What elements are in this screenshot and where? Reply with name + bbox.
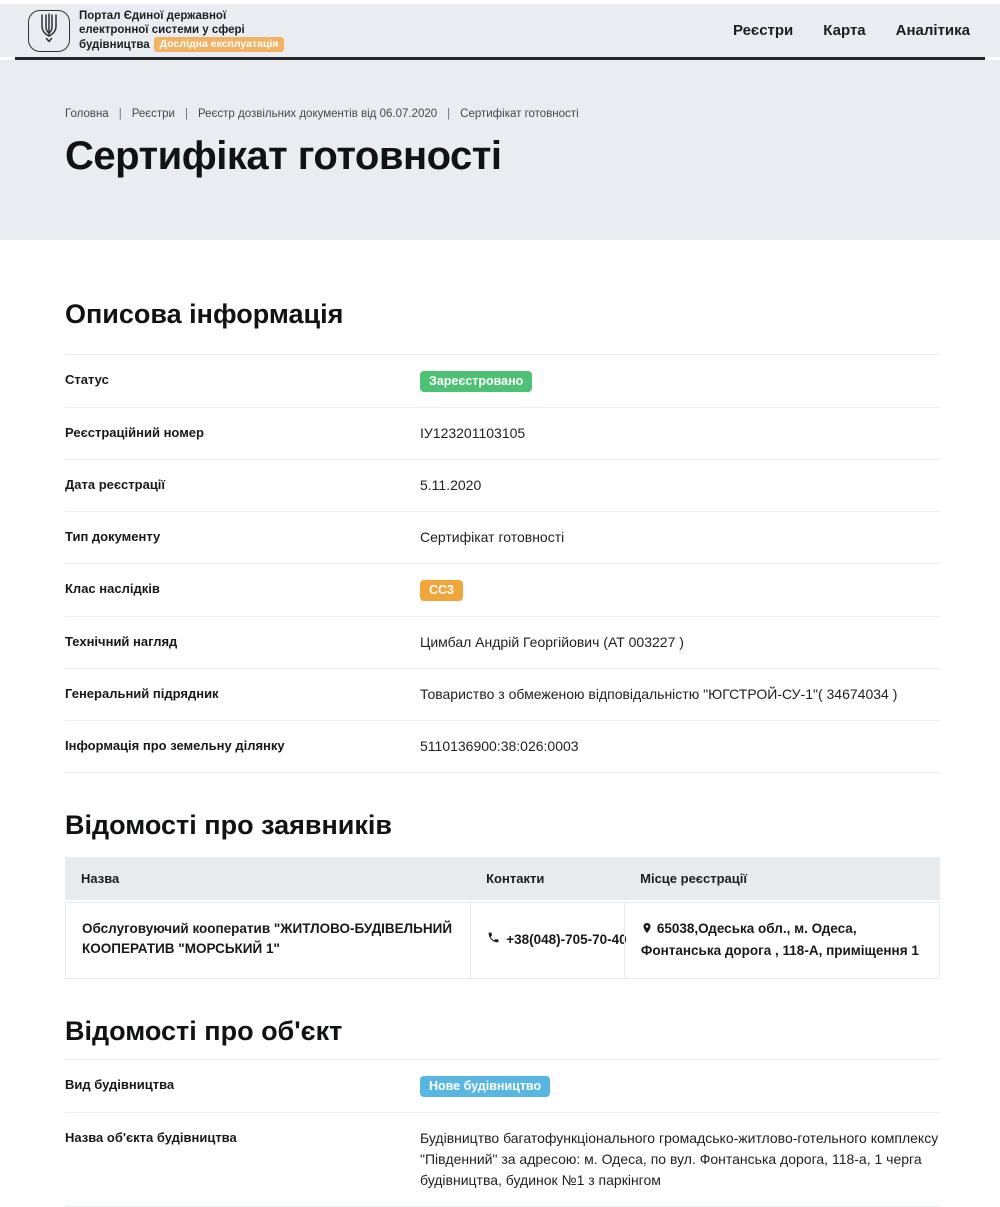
row-consequence-class: Клас наслідків СС3 <box>65 564 940 617</box>
row-label: Дата реєстрації <box>65 475 420 494</box>
breadcrumb-registry-permits[interactable]: Реєстр дозвільних документів від 06.07.2… <box>198 108 437 120</box>
row-label: Клас наслідків <box>65 579 420 598</box>
env-badge: Дослідна експлуатація <box>154 37 285 53</box>
nav-map[interactable]: Карта <box>823 22 865 39</box>
map-pin-icon <box>641 921 653 941</box>
phone-handset-icon <box>487 930 500 950</box>
applicant-name: Обслуговуючий кооператив "ЖИТЛОВО-БУДІВЕ… <box>66 903 470 978</box>
row-value: Товариство з обмеженою відповідальністю … <box>420 684 897 705</box>
row-object-name: Назва об'єкта будівництва Будівництво ба… <box>65 1113 940 1207</box>
brand-line-2: електронної системи у сфері <box>79 23 284 37</box>
row-label: Тип документу <box>65 527 420 546</box>
row-value: Сертифікат готовності <box>420 527 564 548</box>
row-label: Статус <box>65 370 420 389</box>
consequence-class-badge: СС3 <box>420 580 463 601</box>
row-label: Технічний нагляд <box>65 632 420 651</box>
col-header-registration-place: Місце реєстрації <box>624 857 940 900</box>
applicant-address-text: 65038,Одеська обл., м. Одеса, Фонтанська… <box>641 921 919 958</box>
applicant-address: 65038,Одеська обл., м. Одеса, Фонтанська… <box>624 903 939 978</box>
col-header-contacts: Контакти <box>470 857 624 900</box>
row-registration-number: Реєстраційний номер ІУ123201103105 <box>65 408 940 460</box>
section-title-applicants: Відомості про заявників <box>65 809 940 841</box>
row-value: Будівництво багатофункціонального громад… <box>420 1128 940 1191</box>
row-land-parcel-info: Інформація про земельну ділянку 51101369… <box>65 721 940 773</box>
row-technical-supervision: Технічний нагляд Цимбал Андрій Георгійов… <box>65 617 940 669</box>
breadcrumb: Головна | Реєстри | Реєстр дозвільних до… <box>65 108 935 120</box>
breadcrumb-separator: | <box>119 108 122 120</box>
nav-analytics[interactable]: Аналітика <box>896 22 970 39</box>
brand-title: Портал Єдиної державної електронної сист… <box>79 9 284 53</box>
row-construction-type: Вид будівництва Нове будівництво <box>65 1060 940 1113</box>
site-header: Портал Єдиної державної електронної сист… <box>0 4 1000 57</box>
row-label: Інформація про земельну ділянку <box>65 736 420 755</box>
site-logo[interactable] <box>28 10 70 52</box>
row-label: Вид будівництва <box>65 1075 420 1094</box>
row-label: Генеральний підрядник <box>65 684 420 703</box>
breadcrumb-separator: | <box>185 108 188 120</box>
row-value: Цимбал Андрій Георгійович (АТ 003227 ) <box>420 632 684 653</box>
row-value: ІУ123201103105 <box>420 423 525 444</box>
page-title: Сертифікат готовності <box>65 134 935 179</box>
breadcrumb-separator: | <box>447 108 450 120</box>
nav-registries[interactable]: Реєстри <box>733 22 793 39</box>
brand-line-3: будівництваДослідна експлуатація <box>79 37 284 53</box>
row-general-contractor: Генеральний підрядник Товариство з обмеж… <box>65 669 940 721</box>
ukraine-trident-icon <box>37 13 61 48</box>
breadcrumb-home[interactable]: Головна <box>65 108 109 120</box>
breadcrumb-registries[interactable]: Реєстри <box>132 108 175 120</box>
applicant-contact: +38(048)-705-70-40 <box>470 903 624 978</box>
status-badge: Зареєстровано <box>420 371 532 392</box>
row-registration-date: Дата реєстрації 5.11.2020 <box>65 460 940 512</box>
main-content: Описова інформація Статус Зареєстровано … <box>0 240 1000 1207</box>
row-label: Назва об'єкта будівництва <box>65 1128 420 1147</box>
row-document-type: Тип документу Сертифікат готовності <box>65 512 940 564</box>
applicant-phone-link[interactable]: +38(048)-705-70-40 <box>506 930 626 950</box>
col-header-name: Назва <box>65 857 470 900</box>
applicant-table-row: Обслуговуючий кооператив "ЖИТЛОВО-БУДІВЕ… <box>65 902 940 979</box>
row-label: Реєстраційний номер <box>65 423 420 442</box>
main-nav: Реєстри Карта Аналітика <box>733 22 970 39</box>
applicants-table: Назва Контакти Місце реєстрації Обслугов… <box>65 857 940 979</box>
row-value: 5110136900:38:026:0003 <box>420 736 579 757</box>
breadcrumb-current: Сертифікат готовності <box>460 108 579 120</box>
row-value: 5.11.2020 <box>420 475 481 496</box>
row-status: Статус Зареєстровано <box>65 355 940 408</box>
construction-type-badge: Нове будівництво <box>420 1076 550 1097</box>
brand-line-1: Портал Єдиної державної <box>79 9 284 23</box>
hero-section: Головна | Реєстри | Реєстр дозвільних до… <box>0 60 1000 240</box>
applicants-table-header: Назва Контакти Місце реєстрації <box>65 857 940 900</box>
section-title-descriptive: Описова інформація <box>65 298 940 330</box>
section-title-object: Відомості про об'єкт <box>65 1015 940 1047</box>
